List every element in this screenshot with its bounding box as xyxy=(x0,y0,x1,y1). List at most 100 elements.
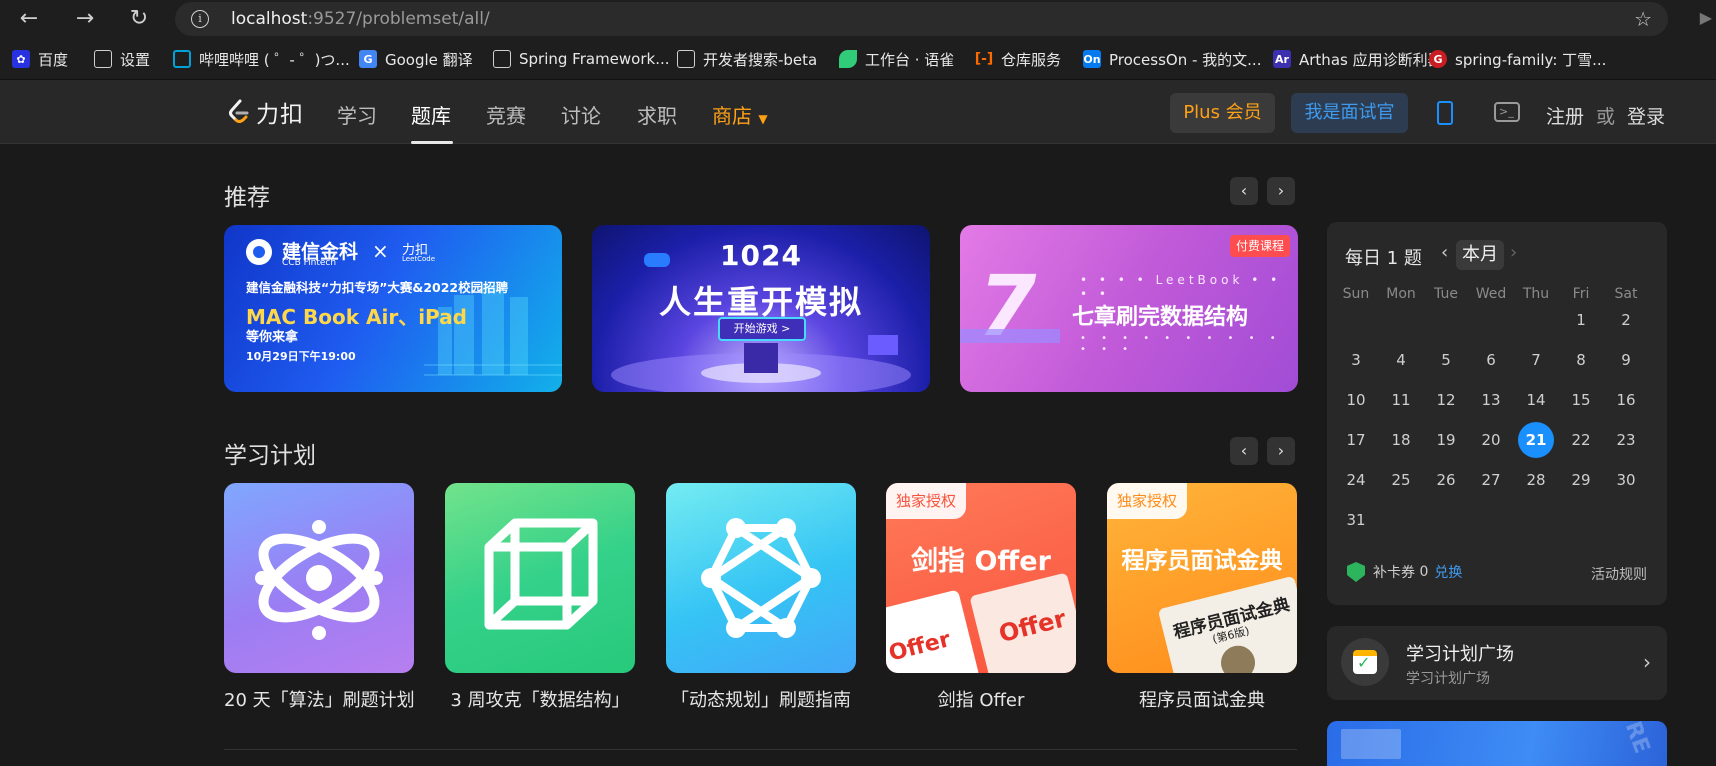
bookmark-item[interactable]: G Google 翻译 xyxy=(359,48,473,70)
redeem-link[interactable]: 兑换 xyxy=(1434,562,1462,582)
calendar-month-button[interactable]: 本月 xyxy=(1456,240,1504,270)
bookmark-star-icon[interactable]: ☆ xyxy=(1634,7,1652,31)
calendar-day[interactable]: 29 xyxy=(1563,462,1599,498)
promo-banner-partial[interactable]: RE xyxy=(1327,721,1667,766)
calendar-day[interactable]: 2 xyxy=(1608,302,1644,338)
calendar-day[interactable]: 25 xyxy=(1383,462,1419,498)
banner-ccb-fintech[interactable]: 建信金科 CCB Fintech × 力扣 LeetCode 建信金融科技“力扣… xyxy=(224,225,562,392)
weekday-label: Sat xyxy=(1614,286,1638,302)
banner-leetbook-title: 七章刷完数据结构 xyxy=(1072,305,1249,330)
recommend-title: 推荐 xyxy=(224,185,270,211)
recommend-next-button[interactable]: › xyxy=(1267,177,1295,205)
calendar-day[interactable]: 18 xyxy=(1383,422,1419,458)
bookmark-item[interactable]: 工作台 · 语雀 xyxy=(839,48,954,70)
calendar-day[interactable]: 20 xyxy=(1473,422,1509,458)
calendar-day[interactable]: 6 xyxy=(1473,342,1509,378)
calendar-prev-icon[interactable]: ‹ xyxy=(1441,242,1448,263)
study-plan-next-button[interactable]: › xyxy=(1267,437,1295,465)
calendar-day[interactable]: 28 xyxy=(1518,462,1554,498)
back-arrow-icon[interactable]: ← xyxy=(14,4,44,34)
plaza-title: 学习计划广场 xyxy=(1406,644,1514,665)
bookmark-item[interactable]: Spring Framework... xyxy=(493,48,670,70)
login-link[interactable]: 登录 xyxy=(1627,102,1665,129)
calendar-day[interactable]: 16 xyxy=(1608,382,1644,418)
calendar-day[interactable]: 13 xyxy=(1473,382,1509,418)
calendar-day[interactable]: 7 xyxy=(1518,342,1554,378)
nav-jobs[interactable]: 求职 xyxy=(637,100,677,129)
media-control-icon[interactable]: ▶ xyxy=(1700,8,1712,27)
address-bar[interactable]: i localhost:9527/problemset/all/ ☆ xyxy=(175,2,1668,36)
calendar-day[interactable]: 10 xyxy=(1338,382,1374,418)
plan-card-data-structure[interactable] xyxy=(445,483,635,673)
bookmark-item[interactable]: [-] 仓库服务 xyxy=(975,48,1061,70)
url-text[interactable]: localhost:9527/problemset/all/ xyxy=(231,9,490,29)
plan-label-data-structure[interactable]: 3 周攻克「数据结构」 xyxy=(445,686,635,712)
bookmark-item[interactable]: 开发者搜索-beta xyxy=(677,48,817,70)
plan-label-interview-guide[interactable]: 程序员面试金典 xyxy=(1107,686,1297,712)
recommend-prev-button[interactable]: ‹ xyxy=(1230,177,1258,205)
reload-icon[interactable]: ↻ xyxy=(124,4,154,34)
study-plan-prev-button[interactable]: ‹ xyxy=(1230,437,1258,465)
register-link[interactable]: 注册 xyxy=(1546,102,1584,129)
calendar-day[interactable]: 8 xyxy=(1563,342,1599,378)
calendar-day[interactable]: 17 xyxy=(1338,422,1374,458)
calendar-day[interactable]: 24 xyxy=(1338,462,1374,498)
makeup-coupon: 补卡券 0 兑换 xyxy=(1347,562,1462,582)
banner-1024-title: 1024 xyxy=(720,239,802,272)
calendar-day-today[interactable]: 21 xyxy=(1518,422,1554,458)
calendar-day[interactable]: 3 xyxy=(1338,342,1374,378)
nav-store[interactable]: 商店 ▼ xyxy=(712,100,768,129)
calendar-day[interactable]: 19 xyxy=(1428,422,1464,458)
playground-icon[interactable]: >_ xyxy=(1494,102,1520,122)
plus-member-button[interactable]: Plus 会员 xyxy=(1170,93,1275,133)
plaza-subtitle: 学习计划广场 xyxy=(1406,671,1490,687)
arthas-icon: Ar xyxy=(1273,50,1291,68)
exclusive-badge: 独家授权 xyxy=(886,483,967,519)
plan-label-sword-offer[interactable]: 剑指 Offer xyxy=(886,686,1076,712)
interviewer-button[interactable]: 我是面试官 xyxy=(1291,93,1408,133)
calendar-day[interactable]: 26 xyxy=(1428,462,1464,498)
plan-label-dynamic-programming[interactable]: 「动态规划」刷题指南 xyxy=(666,686,856,712)
study-plan-plaza[interactable]: 学习计划广场 学习计划广场 › xyxy=(1327,626,1667,700)
calendar-day[interactable]: 22 xyxy=(1563,422,1599,458)
mobile-app-icon[interactable] xyxy=(1437,101,1453,125)
nav-study[interactable]: 学习 xyxy=(337,100,377,129)
calendar-day[interactable]: 15 xyxy=(1563,382,1599,418)
plan-label-algorithm[interactable]: 20 天「算法」刷题计划 xyxy=(224,686,415,712)
page-icon xyxy=(677,50,695,68)
bookmark-item[interactable]: 哔哩哔哩 ( ゜- ゜)つ... xyxy=(173,48,350,70)
banner-leetbook[interactable]: 付费课程 7 • • • • LeetBook • • • • 七章刷完数据结构… xyxy=(960,225,1298,392)
calendar-day[interactable]: 23 xyxy=(1608,422,1644,458)
calendar-day[interactable]: 11 xyxy=(1383,382,1419,418)
calendar-day[interactable]: 1 xyxy=(1563,302,1599,338)
banner-1024-game[interactable]: 1024 人生重开模拟 开始游戏 > xyxy=(592,225,930,392)
leetcode-logo[interactable]: 力扣 xyxy=(226,96,304,128)
calendar-day[interactable]: 27 xyxy=(1473,462,1509,498)
calendar-day[interactable]: 12 xyxy=(1428,382,1464,418)
weekday-label: Mon xyxy=(1386,286,1416,302)
site-info-icon[interactable]: i xyxy=(191,10,209,28)
calendar-day[interactable]: 4 xyxy=(1383,342,1419,378)
plan-card-interview-guide[interactable]: 独家授权 程序员面试金典 程序员面试金典 (第6版) xyxy=(1107,483,1297,673)
calendar-day[interactable]: 9 xyxy=(1608,342,1644,378)
calendar-day[interactable]: 31 xyxy=(1338,502,1374,538)
plan-card-sword-offer[interactable]: 独家授权 剑指 Offer Offer Offer xyxy=(886,483,1076,673)
calendar-day[interactable]: 30 xyxy=(1608,462,1644,498)
calendar-day[interactable]: 14 xyxy=(1518,382,1554,418)
start-game-button[interactable]: 开始游戏 > xyxy=(718,317,806,341)
bookmark-item[interactable]: ✿ 百度 xyxy=(12,48,68,70)
plan-card-algorithm[interactable] xyxy=(224,483,414,673)
bookmarks-bar: ✿ 百度 设置 哔哩哔哩 ( ゜- ゜)つ... G Google 翻译 Sprin… xyxy=(0,38,1716,80)
bookmark-item[interactable]: Ar Arthas 应用诊断利器 xyxy=(1273,48,1443,70)
nav-contest[interactable]: 竞赛 xyxy=(486,100,526,129)
nav-discuss[interactable]: 讨论 xyxy=(561,100,601,129)
calendar-next-icon[interactable]: › xyxy=(1510,242,1517,263)
plan-card-dynamic-programming[interactable] xyxy=(666,483,856,673)
bookmark-item[interactable]: Gspring-family: 丁雪... xyxy=(1429,48,1606,70)
forward-arrow-icon[interactable]: → xyxy=(70,4,100,34)
activity-rules-link[interactable]: 活动规则 xyxy=(1591,564,1647,584)
nav-problemset[interactable]: 题库 xyxy=(411,100,451,129)
bookmark-item[interactable]: On ProcessOn - 我的文... xyxy=(1083,48,1261,70)
bookmark-item[interactable]: 设置 xyxy=(94,48,150,70)
calendar-day[interactable]: 5 xyxy=(1428,342,1464,378)
